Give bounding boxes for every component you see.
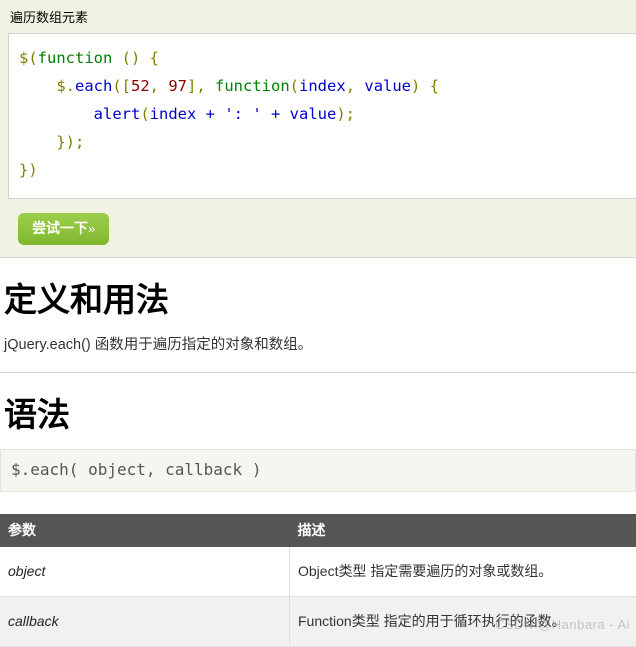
code-token: + bbox=[196, 105, 224, 123]
code-token: ( bbox=[140, 105, 149, 123]
table-row: objectObject类型 指定需要遍历的对象或数组。 bbox=[0, 547, 636, 597]
code-token: $. bbox=[19, 77, 75, 95]
code-content: $(function () { $.each([52, 97], functio… bbox=[19, 44, 624, 184]
param-name-cell: object bbox=[0, 547, 290, 597]
table-header-row: 参数 描述 bbox=[0, 514, 636, 547]
code-token: , bbox=[346, 77, 365, 95]
divider-after-definition bbox=[0, 372, 636, 373]
code-token: ], bbox=[187, 77, 215, 95]
chevron-right-icon: » bbox=[88, 221, 95, 236]
code-token: index bbox=[299, 77, 346, 95]
try-button-wrap: 尝试一下» bbox=[8, 199, 628, 247]
code-block: $(function () { $.each([52, 97], functio… bbox=[8, 33, 636, 199]
code-token: , bbox=[150, 77, 169, 95]
param-description-cell: Function类型 指定的用于循环执行的函数。 bbox=[290, 597, 636, 647]
code-token: alert bbox=[94, 105, 141, 123]
syntax-signature: $.each( object, callback ) bbox=[0, 449, 636, 492]
code-token: ) { bbox=[411, 77, 439, 95]
code-token: + bbox=[262, 105, 290, 123]
col-header-param: 参数 bbox=[0, 514, 290, 547]
code-token: 52 bbox=[131, 77, 150, 95]
code-token: }) bbox=[19, 161, 38, 179]
code-token: function bbox=[38, 49, 113, 67]
code-token: ( bbox=[290, 77, 299, 95]
try-it-button-label: 尝试一下 bbox=[32, 220, 88, 236]
col-header-description: 描述 bbox=[290, 514, 636, 547]
params-table-section: 参数 描述 objectObject类型 指定需要遍历的对象或数组。callba… bbox=[0, 514, 636, 647]
param-description-cell: Object类型 指定需要遍历的对象或数组。 bbox=[290, 547, 636, 597]
definition-heading: 定义和用法 bbox=[4, 280, 632, 320]
code-token: index bbox=[150, 105, 197, 123]
syntax-heading: 语法 bbox=[4, 395, 632, 435]
code-token: }); bbox=[19, 133, 84, 151]
code-token: each bbox=[75, 77, 112, 95]
table-row: callbackFunction类型 指定的用于循环执行的函数。 bbox=[0, 597, 636, 647]
code-token: value bbox=[364, 77, 411, 95]
code-token: ([ bbox=[112, 77, 131, 95]
code-token: ); bbox=[336, 105, 355, 123]
example-panel: 遍历数组元素 $(function () { $.each([52, 97], … bbox=[0, 0, 636, 257]
code-token: value bbox=[290, 105, 337, 123]
syntax-section: 语法 $.each( object, callback ) bbox=[0, 395, 636, 492]
param-name-cell: callback bbox=[0, 597, 290, 647]
try-it-button[interactable]: 尝试一下» bbox=[18, 213, 109, 245]
code-token: () { bbox=[112, 49, 159, 67]
example-title: 遍历数组元素 bbox=[8, 6, 628, 33]
code-token: $( bbox=[19, 49, 38, 67]
code-token: ': ' bbox=[224, 105, 261, 123]
params-table-body: objectObject类型 指定需要遍历的对象或数组。callbackFunc… bbox=[0, 547, 636, 647]
code-token bbox=[19, 105, 94, 123]
code-token: function bbox=[215, 77, 290, 95]
definition-section: 定义和用法 jQuery.each() 函数用于遍历指定的对象和数组。 bbox=[0, 280, 636, 356]
params-table: 参数 描述 objectObject类型 指定需要遍历的对象或数组。callba… bbox=[0, 514, 636, 647]
code-token: 97 bbox=[168, 77, 187, 95]
params-table-head: 参数 描述 bbox=[0, 514, 636, 547]
definition-description: jQuery.each() 函数用于遍历指定的对象和数组。 bbox=[4, 334, 632, 356]
divider-after-example bbox=[0, 257, 636, 258]
